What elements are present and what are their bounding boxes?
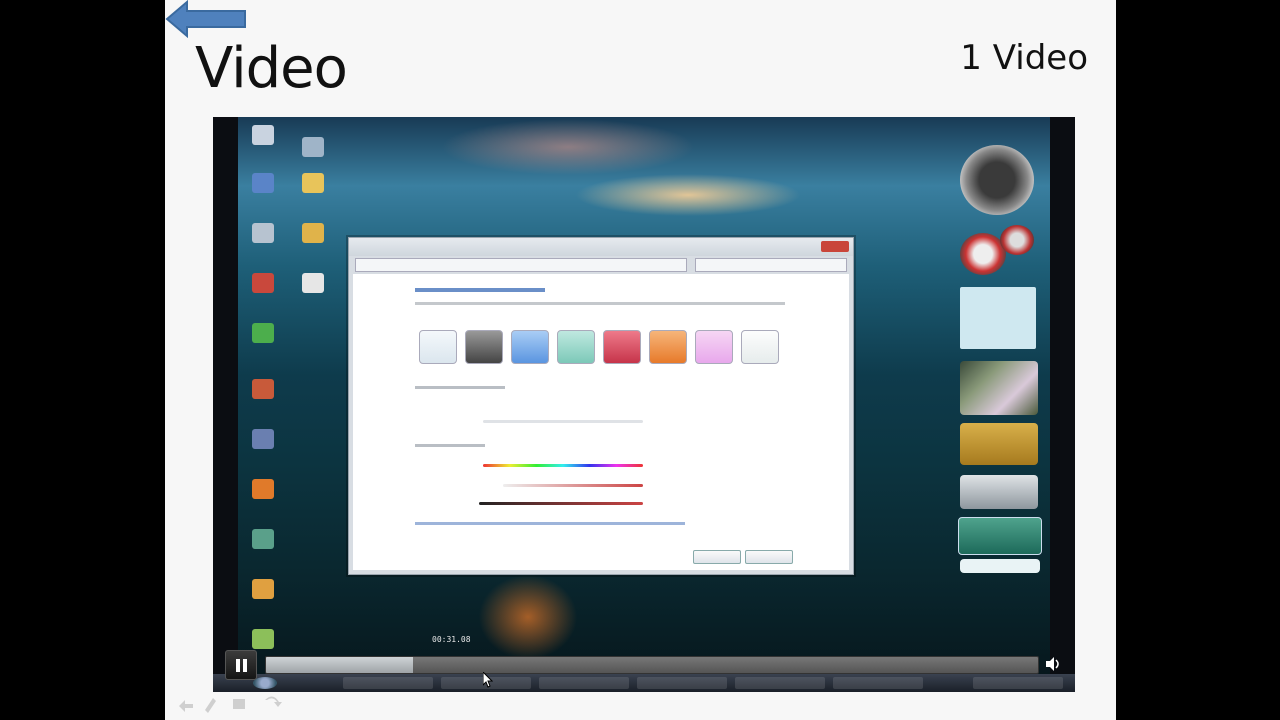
- color-swatch: [695, 330, 733, 364]
- brightness-slider: [479, 502, 643, 505]
- video-player[interactable]: 00:31.08: [213, 117, 1075, 692]
- desktop-icon: [240, 479, 286, 499]
- dialog-heading: [415, 288, 545, 292]
- taskbar-item: [833, 677, 923, 689]
- advanced-settings-link: [415, 522, 685, 525]
- pause-button[interactable]: [225, 650, 257, 680]
- desktop-icon: [240, 223, 286, 243]
- taskbar-item: [637, 677, 727, 689]
- taskbar-item: [539, 677, 629, 689]
- video-frame: [238, 117, 1050, 692]
- video-timestamp: 00:31.08: [432, 635, 471, 644]
- taskbar-item: [735, 677, 825, 689]
- desktop-icon: [290, 137, 336, 157]
- desktop-icon: [240, 579, 286, 599]
- presentation-slide: Video 1 Video 00:31.08: [165, 0, 1116, 720]
- desktop-icon: [240, 379, 286, 399]
- color-swatch: [741, 330, 779, 364]
- color-swatch: [419, 330, 457, 364]
- folder-icon: [290, 173, 336, 193]
- folder-icon: [290, 223, 336, 243]
- meter-gadget: [1000, 225, 1034, 255]
- desktop-icon: [240, 529, 286, 549]
- seek-bar[interactable]: [265, 656, 1039, 674]
- color-swatch: [465, 330, 503, 364]
- saturation-slider: [503, 484, 643, 487]
- start-button-icon: [253, 677, 277, 689]
- weather-gadget: [960, 475, 1038, 509]
- player-controls: [225, 650, 1063, 680]
- back-arrow-icon[interactable]: [165, 0, 249, 38]
- speaker-icon[interactable]: [1043, 654, 1063, 674]
- close-icon: [821, 241, 849, 252]
- color-swatch: [511, 330, 549, 364]
- color-swatch: [649, 330, 687, 364]
- desktop-icon: [240, 629, 286, 649]
- desktop-icon: [240, 273, 286, 293]
- transparency-option: [415, 386, 505, 389]
- system-tray: [973, 677, 1063, 689]
- color-swatch: [603, 330, 641, 364]
- intensity-slider: [483, 420, 643, 423]
- desktop-icon: [240, 323, 286, 343]
- color-mixer-toggle: [415, 444, 485, 447]
- hue-slider: [483, 464, 643, 467]
- mouse-pointer-icon: [483, 672, 493, 688]
- seek-bar-fill: [266, 657, 413, 673]
- personalization-dialog: [348, 237, 854, 575]
- slide-title: Video: [195, 36, 348, 101]
- notes-gadget: [960, 287, 1036, 349]
- dialog-titlebar: [349, 238, 853, 256]
- feed-gadget: [960, 559, 1040, 573]
- taskbar-item: [343, 677, 433, 689]
- search-box: [695, 258, 847, 272]
- clock-gadget: [960, 145, 1034, 215]
- slide-counter: 1 Video: [960, 38, 1088, 78]
- ok-button: [693, 550, 741, 564]
- address-bar: [355, 258, 687, 272]
- dialog-description: [415, 302, 785, 305]
- desktop-icon: [240, 173, 286, 193]
- sidebar-gadgets: [954, 117, 1044, 587]
- slideshow-gadget: [960, 361, 1038, 415]
- desktop-icon: [240, 429, 286, 449]
- slide-tools-icons: [179, 696, 282, 713]
- currency-gadget: [960, 423, 1038, 465]
- search-gadget: [958, 517, 1042, 555]
- color-swatch: [557, 330, 595, 364]
- dialog-content: [353, 274, 849, 570]
- desktop-icon: [290, 273, 336, 293]
- cancel-button: [745, 550, 793, 564]
- desktop-icon: [240, 125, 286, 154]
